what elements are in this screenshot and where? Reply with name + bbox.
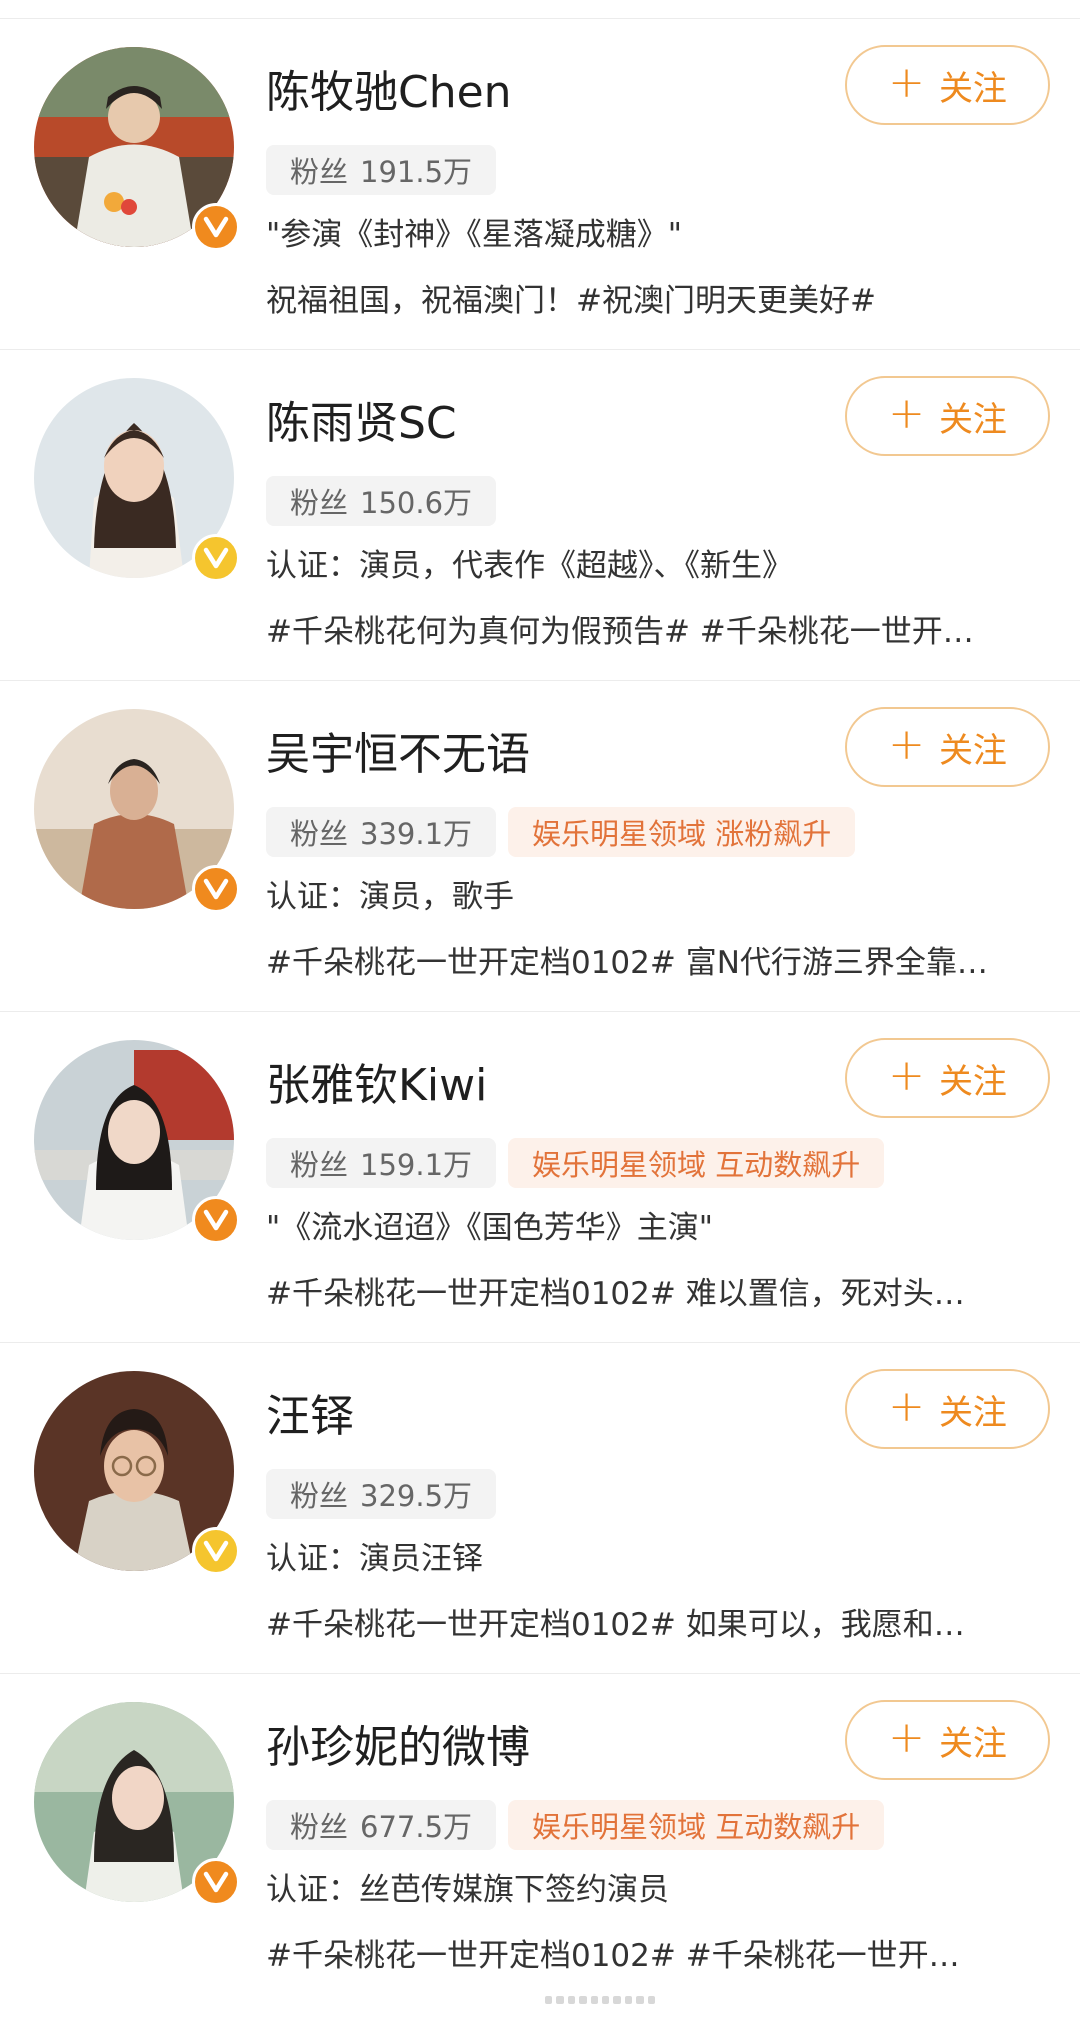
latest-post[interactable]: #千朵桃花一世开定档0102# 如果可以，我愿和…: [266, 1607, 1046, 1644]
follow-label: 关注: [938, 730, 1007, 771]
trending-badge[interactable]: 娱乐明星领域 涨粉飙升: [508, 807, 856, 857]
tag-row: 粉丝 159.1万 娱乐明星领域 互动数飙升: [266, 1138, 885, 1188]
tag-row: 粉丝 191.5万: [266, 145, 497, 195]
orange-v-icon: [192, 203, 240, 251]
user-card[interactable]: 张雅钦Kiwi + 关注 粉丝 159.1万 娱乐明星领域 互动数飙升 "《流水…: [0, 1012, 1080, 1343]
fans-count: 191.5万: [360, 155, 473, 189]
fans-label: 粉丝: [290, 486, 349, 520]
trending-badge[interactable]: 娱乐明星领域 互动数飙升: [508, 1800, 885, 1850]
user-name[interactable]: 张雅钦Kiwi: [266, 1064, 487, 1108]
fans-label: 粉丝: [290, 1479, 349, 1513]
plus-icon: +: [888, 1712, 925, 1763]
avatar[interactable]: [34, 1040, 240, 1244]
fans-count: 159.1万: [360, 1148, 473, 1182]
fans-badge: 粉丝 191.5万: [266, 145, 497, 195]
plus-icon: +: [888, 388, 925, 439]
user-card[interactable]: 陈雨贤SC + 关注 粉丝 150.6万 认证：演员，代表作《超越》、《新生》 …: [0, 350, 1080, 681]
orange-v-icon: [192, 1858, 240, 1906]
user-card[interactable]: 陈牧驰Chen + 关注 粉丝 191.5万 "参演《封神》《星落凝成糖》" 祝…: [0, 19, 1080, 350]
fans-badge: 粉丝 677.5万: [266, 1800, 497, 1850]
orange-v-icon: [192, 865, 240, 913]
user-name[interactable]: 陈牧驰Chen: [266, 71, 512, 115]
user-name[interactable]: 吴宇恒不无语: [266, 733, 530, 777]
avatar[interactable]: [34, 709, 240, 913]
plus-icon: +: [888, 1381, 925, 1432]
user-description: 认证：演员，代表作《超越》、《新生》: [266, 548, 793, 584]
plus-icon: +: [888, 57, 925, 108]
latest-post[interactable]: #千朵桃花一世开定档0102# #千朵桃花一世开…: [266, 1938, 1046, 1975]
user-description: 认证：演员，歌手: [266, 879, 514, 915]
latest-post[interactable]: #千朵桃花一世开定档0102# 富N代行游三界全靠…: [266, 945, 1046, 982]
fans-badge: 粉丝 150.6万: [266, 476, 497, 526]
avatar[interactable]: [34, 378, 240, 582]
tag-row: 粉丝 339.1万 娱乐明星领域 涨粉飙升: [266, 807, 856, 857]
user-name[interactable]: 汪铎: [266, 1395, 354, 1439]
fans-count: 329.5万: [360, 1479, 473, 1513]
fans-label: 粉丝: [290, 817, 349, 851]
fans-count: 150.6万: [360, 486, 473, 520]
user-description: "参演《封神》《星落凝成糖》": [266, 217, 683, 253]
follow-button[interactable]: + 关注: [845, 1700, 1050, 1780]
fans-badge: 粉丝 339.1万: [266, 807, 497, 857]
user-list: 陈牧驰Chen + 关注 粉丝 191.5万 "参演《封神》《星落凝成糖》" 祝…: [0, 19, 1080, 2005]
follow-button[interactable]: + 关注: [845, 1038, 1050, 1118]
gold-v-icon: [192, 1527, 240, 1575]
fans-label: 粉丝: [290, 155, 349, 189]
plus-icon: +: [888, 1050, 925, 1101]
home-indicator: [545, 1996, 656, 2004]
latest-post[interactable]: #千朵桃花何为真何为假预告# #千朵桃花一世开…: [266, 614, 1046, 651]
follow-button[interactable]: + 关注: [845, 1369, 1050, 1449]
fans-count: 677.5万: [360, 1810, 473, 1844]
fans-badge: 粉丝 159.1万: [266, 1138, 497, 1188]
follow-label: 关注: [938, 1061, 1007, 1102]
follow-label: 关注: [938, 399, 1007, 440]
follow-label: 关注: [938, 1392, 1007, 1433]
follow-button[interactable]: + 关注: [845, 45, 1050, 125]
avatar[interactable]: [34, 47, 240, 251]
user-description: "《流水迢迢》《国色芳华》主演": [266, 1210, 714, 1246]
user-card[interactable]: 汪铎 + 关注 粉丝 329.5万 认证：演员汪铎 #千朵桃花一世开定档0102…: [0, 1343, 1080, 1674]
plus-icon: +: [888, 719, 925, 770]
user-description: 认证：丝芭传媒旗下签约演员: [266, 1872, 669, 1908]
latest-post[interactable]: #千朵桃花一世开定档0102# 难以置信，死对头…: [266, 1276, 1046, 1313]
avatar[interactable]: [34, 1702, 240, 1906]
user-card[interactable]: 孙珍妮的微博 + 关注 粉丝 677.5万 娱乐明星领域 互动数飙升 认证：丝芭…: [0, 1674, 1080, 2005]
fans-label: 粉丝: [290, 1810, 349, 1844]
user-description: 认证：演员汪铎: [266, 1541, 483, 1577]
gold-v-icon: [192, 534, 240, 582]
follow-button[interactable]: + 关注: [845, 707, 1050, 787]
latest-post[interactable]: 祝福祖国，祝福澳门！#祝澳门明天更美好#: [266, 283, 1046, 320]
avatar[interactable]: [34, 1371, 240, 1575]
orange-v-icon: [192, 1196, 240, 1244]
follow-button[interactable]: + 关注: [845, 376, 1050, 456]
tag-row: 粉丝 329.5万: [266, 1469, 497, 1519]
follow-label: 关注: [938, 1723, 1007, 1764]
follow-label: 关注: [938, 68, 1007, 109]
user-name[interactable]: 孙珍妮的微博: [266, 1726, 530, 1770]
fans-badge: 粉丝 329.5万: [266, 1469, 497, 1519]
trending-badge[interactable]: 娱乐明星领域 互动数飙升: [508, 1138, 885, 1188]
fans-count: 339.1万: [360, 817, 473, 851]
user-name[interactable]: 陈雨贤SC: [266, 402, 457, 446]
fans-label: 粉丝: [290, 1148, 349, 1182]
user-card[interactable]: 吴宇恒不无语 + 关注 粉丝 339.1万 娱乐明星领域 涨粉飙升 认证：演员，…: [0, 681, 1080, 1012]
tag-row: 粉丝 677.5万 娱乐明星领域 互动数飙升: [266, 1800, 885, 1850]
tag-row: 粉丝 150.6万: [266, 476, 497, 526]
